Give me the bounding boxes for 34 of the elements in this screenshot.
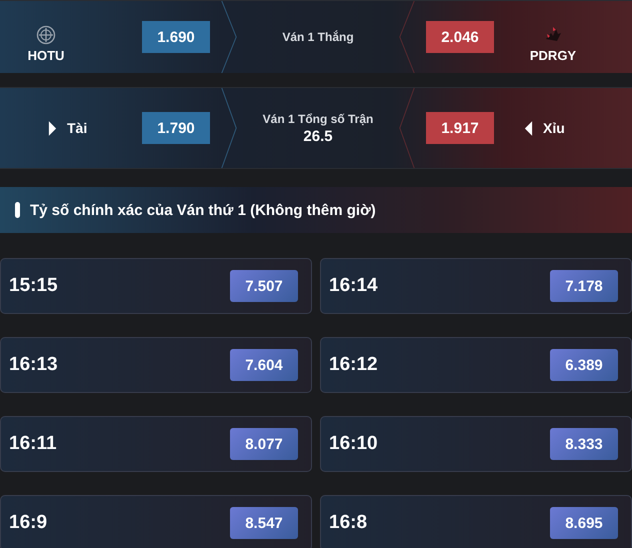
- odds-button[interactable]: 7.604: [230, 349, 298, 381]
- market-title: Ván 1 Tổng số Trận: [262, 112, 374, 126]
- score-label: 16:10: [329, 433, 378, 455]
- score-label: 16:11: [9, 433, 57, 455]
- market-title: Ván 1 Thắng: [282, 30, 354, 44]
- odds-button[interactable]: 1.690: [142, 21, 210, 53]
- section-title: Tỷ số chính xác của Ván thứ 1 (Không thêm giờ): [30, 202, 376, 218]
- team-name: HOTU: [28, 48, 64, 63]
- total-line: 26.5: [303, 128, 333, 144]
- odds-button[interactable]: 7.178: [550, 270, 618, 302]
- score-label: 16:12: [329, 354, 378, 376]
- accent-bar: [15, 202, 20, 218]
- odds-button[interactable]: 7.507: [230, 270, 298, 302]
- score-label: 15:15: [9, 275, 58, 297]
- side-label: Tài: [67, 120, 88, 136]
- score-label: 16:9: [9, 512, 48, 534]
- odds-button[interactable]: 8.333: [550, 428, 618, 460]
- chevron-divider: [398, 1, 416, 73]
- side-label: Xỉu: [543, 120, 565, 136]
- chevron-divider: [220, 1, 238, 73]
- odds-button[interactable]: 8.547: [230, 507, 298, 539]
- crest-icon: [36, 25, 56, 45]
- odds-button[interactable]: 1.790: [142, 112, 210, 144]
- team-name: PDRGY: [530, 48, 576, 63]
- score-label: 16:13: [9, 354, 58, 376]
- odds-button[interactable]: 8.077: [230, 428, 298, 460]
- score-label: 16:14: [329, 275, 378, 297]
- chevron-right-icon: [48, 120, 57, 136]
- odds-button[interactable]: 2.046: [426, 21, 494, 53]
- odds-button[interactable]: 8.695: [550, 507, 618, 539]
- score-label: 16:8: [329, 512, 368, 534]
- odds-button[interactable]: 6.389: [550, 349, 618, 381]
- odds-button[interactable]: 1.917: [426, 112, 494, 144]
- chevron-left-icon: [524, 120, 533, 136]
